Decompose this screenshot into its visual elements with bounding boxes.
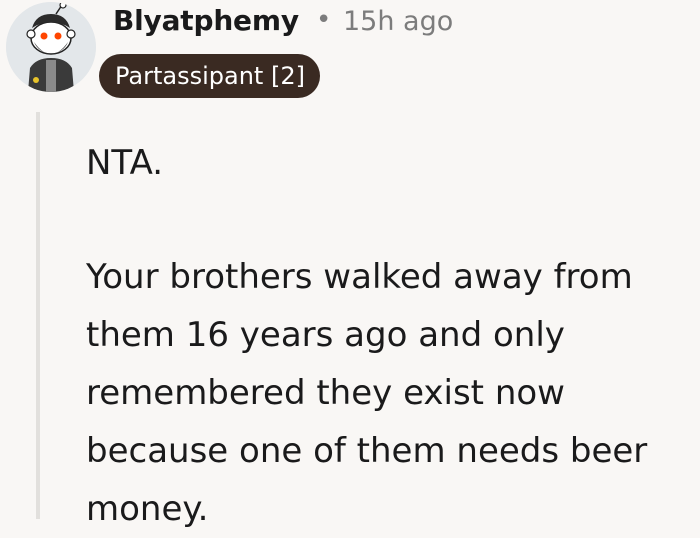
snoo-avatar-icon (6, 2, 96, 92)
comment-paragraph: Your brothers walked away from them 16 y… (86, 257, 648, 529)
comment-body: NTA. Your brothers walked away from them… (86, 134, 686, 538)
comment-paragraph: NTA. (86, 143, 164, 183)
user-flair-badge: Partassipant [2] (99, 54, 320, 98)
username-link[interactable]: Blyatphemy (113, 4, 299, 37)
comment-timestamp[interactable]: 15h ago (343, 6, 453, 37)
meta-separator: • (316, 5, 332, 35)
user-avatar[interactable] (6, 2, 96, 92)
comment: Blyatphemy • 15h ago Partassipant [2] NT… (0, 0, 700, 529)
thread-collapse-line[interactable] (36, 112, 40, 519)
